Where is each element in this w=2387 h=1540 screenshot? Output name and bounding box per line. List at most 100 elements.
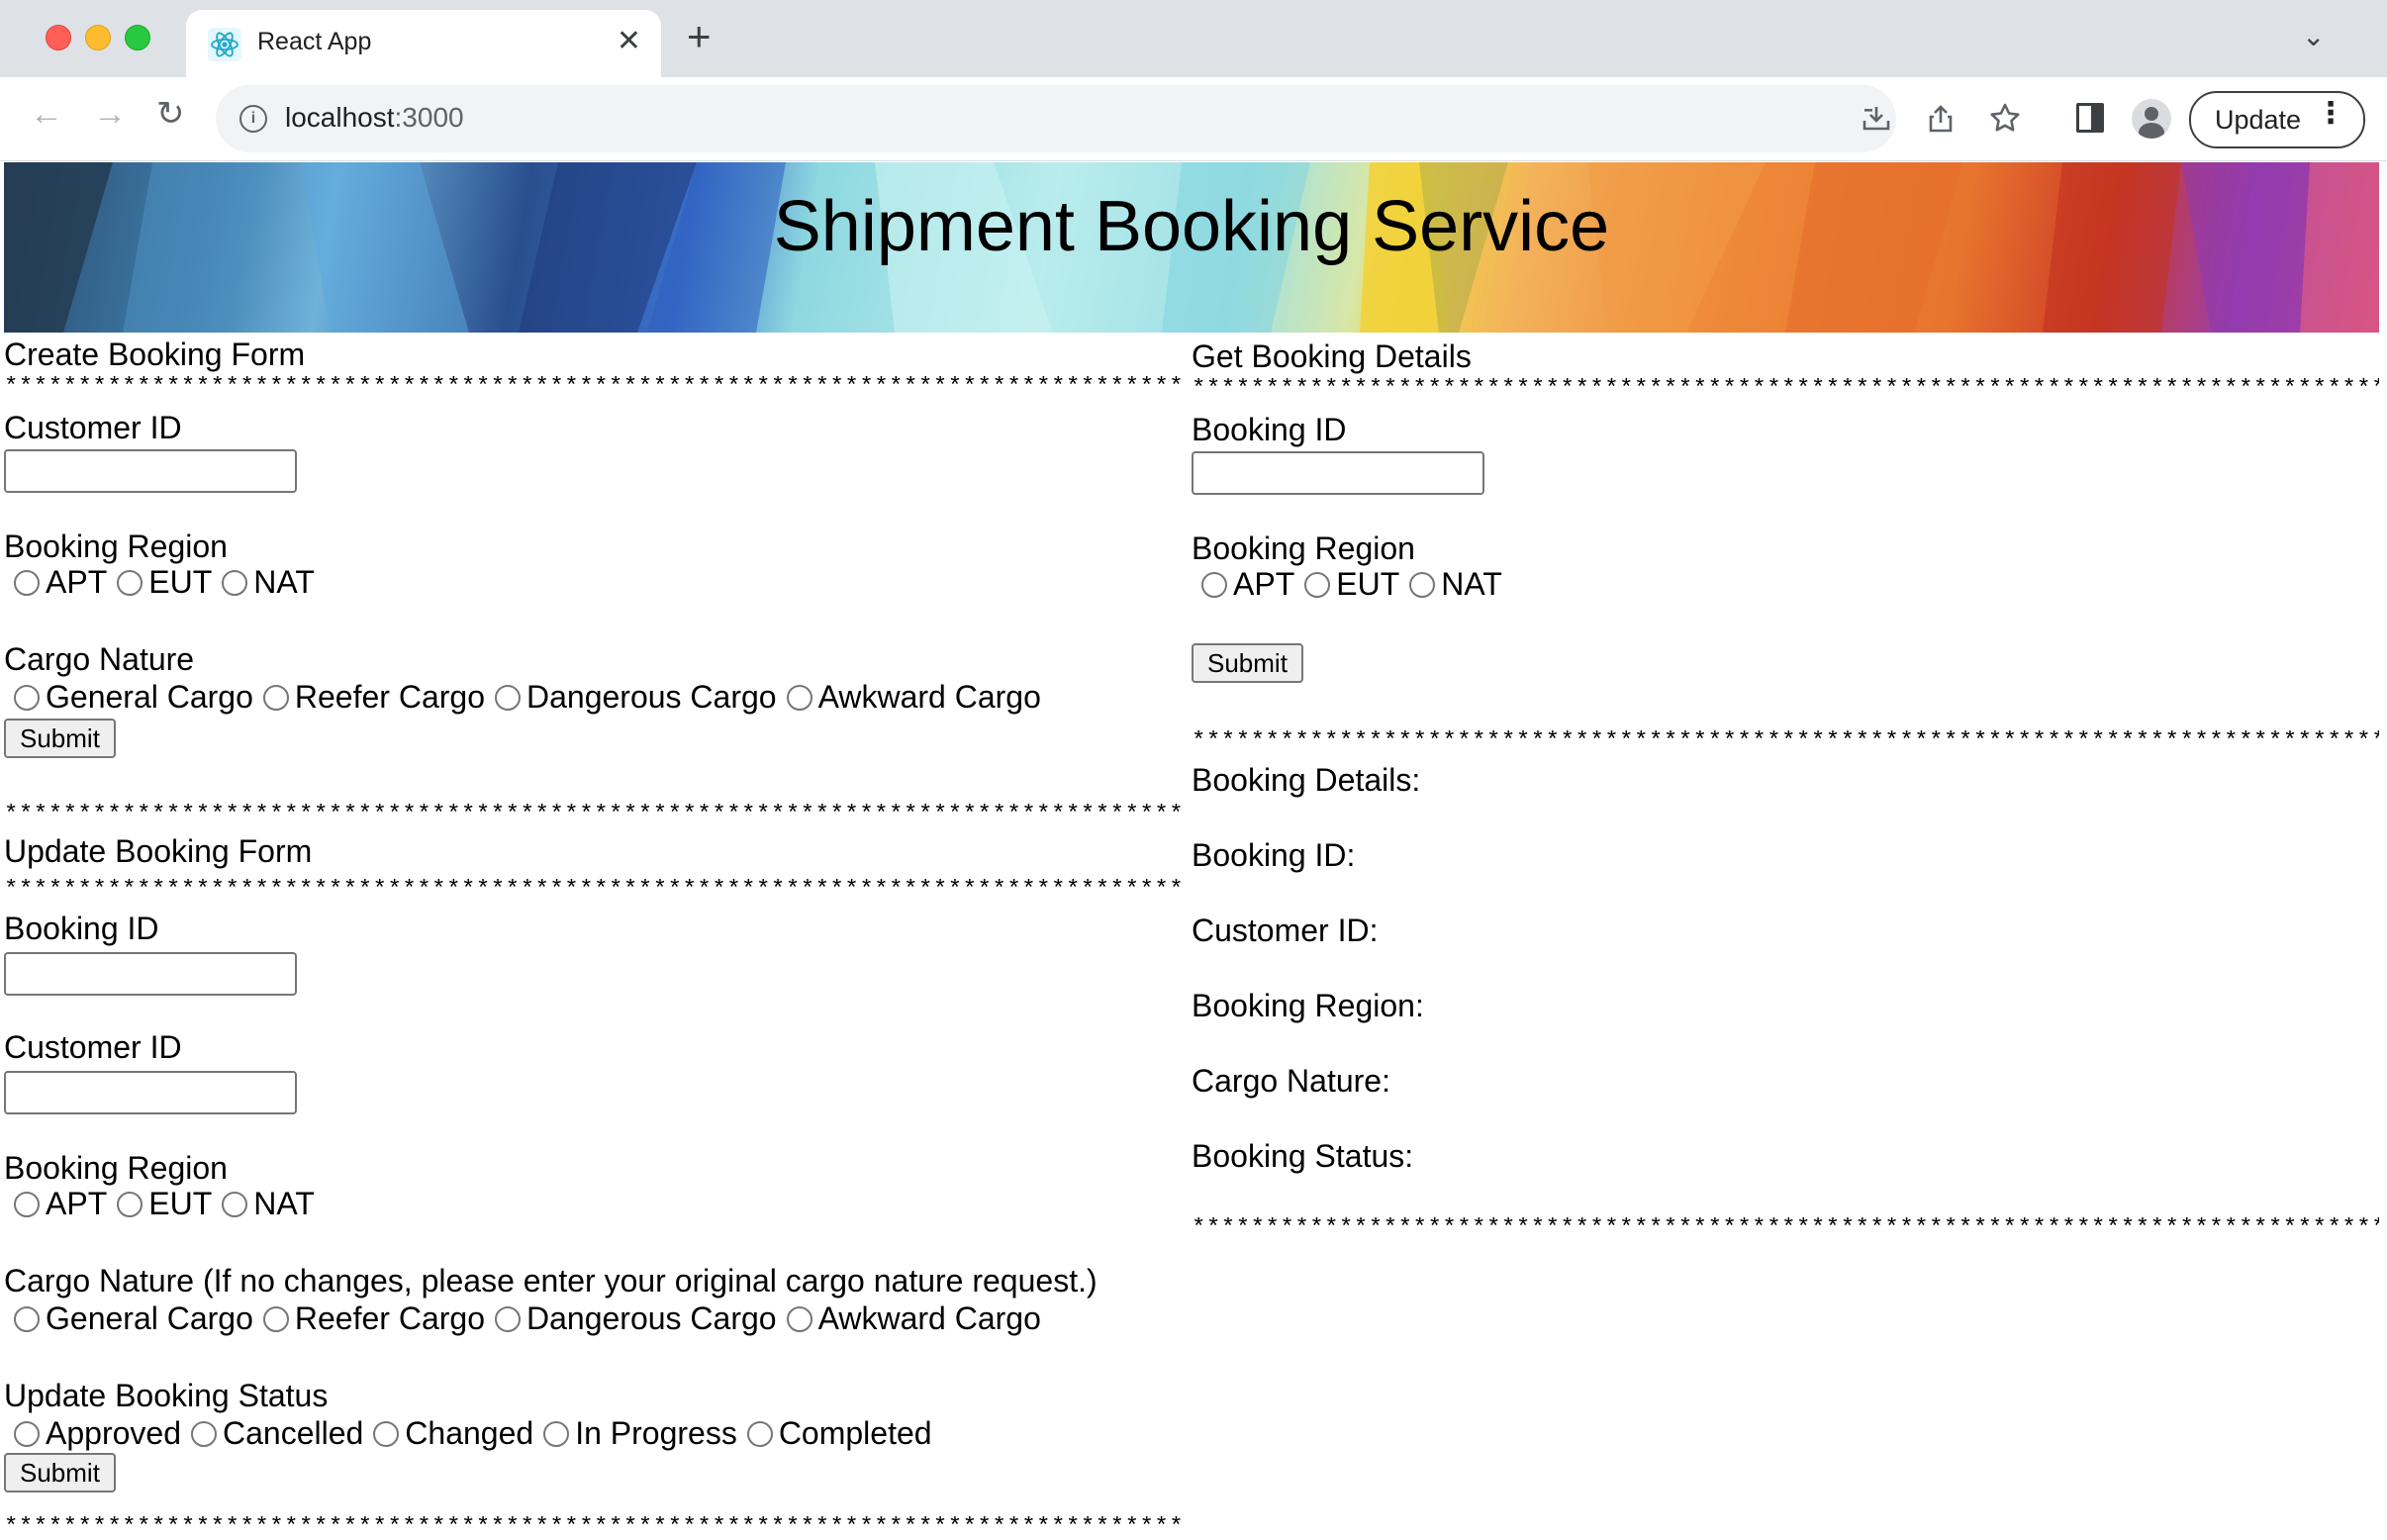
install-icon[interactable] bbox=[1861, 103, 1892, 135]
radio-label: NAT bbox=[253, 1186, 315, 1221]
new-tab-icon[interactable]: + bbox=[687, 16, 712, 57]
reload-icon[interactable]: ↻ bbox=[156, 97, 185, 131]
minimize-window-button[interactable] bbox=[85, 25, 111, 50]
url-host: localhost bbox=[285, 102, 395, 133]
back-icon[interactable]: ← bbox=[30, 97, 63, 131]
radio-apt[interactable] bbox=[14, 1191, 40, 1217]
radio-nat[interactable] bbox=[222, 1191, 248, 1217]
share-icon[interactable] bbox=[1926, 103, 1956, 135]
address-bar[interactable]: i localhost:3000 bbox=[216, 85, 2020, 152]
update-customer-label: Customer ID bbox=[4, 1029, 182, 1065]
radio-cancelled[interactable] bbox=[190, 1420, 217, 1447]
profile-icon[interactable] bbox=[2132, 99, 2171, 139]
create-region-options: APT EUT NAT bbox=[4, 564, 315, 601]
radio-label: EUT bbox=[1336, 566, 1400, 602]
create-cargo-label: Cargo Nature bbox=[4, 641, 195, 677]
update-cargo-label: Cargo Nature (If no changes, please ente… bbox=[4, 1263, 1098, 1299]
details-title: Booking Details: bbox=[1192, 762, 1421, 798]
radio-label: In Progress bbox=[575, 1415, 737, 1451]
get-submit-button[interactable]: Submit bbox=[1192, 643, 1303, 683]
radio-label: Awkward Cargo bbox=[817, 679, 1041, 715]
radio-awkward-cargo[interactable] bbox=[786, 1305, 812, 1332]
browser-tab[interactable]: React App ✕ bbox=[186, 10, 661, 77]
maximize-window-button[interactable] bbox=[125, 25, 150, 50]
radio-label: Completed bbox=[778, 1415, 932, 1451]
update-label: Update bbox=[2215, 105, 2302, 135]
update-status-label: Update Booking Status bbox=[4, 1378, 329, 1413]
radio-dangerous-cargo[interactable] bbox=[494, 1305, 521, 1332]
radio-label: General Cargo bbox=[46, 679, 253, 715]
radio-approved[interactable] bbox=[14, 1420, 40, 1447]
radio-label: Cancelled bbox=[222, 1415, 364, 1451]
details-customer-id: Customer ID: bbox=[1192, 913, 1379, 948]
radio-label: Dangerous Cargo bbox=[525, 1300, 777, 1336]
update-status-options: Approved Cancelled Changed In Progress C… bbox=[4, 1415, 932, 1452]
separator: ****************************************… bbox=[1192, 730, 2379, 754]
get-booking-label: Booking ID bbox=[1192, 412, 1347, 447]
create-region-label: Booking Region bbox=[4, 529, 228, 564]
get-details-heading: Get Booking Details bbox=[1192, 338, 1472, 374]
update-customer-input[interactable] bbox=[4, 1071, 297, 1114]
info-icon[interactable]: i bbox=[239, 105, 267, 133]
browser-toolbar: ← → ↻ i localhost:3000 Update ⋮ bbox=[0, 77, 2387, 161]
radio-eut[interactable] bbox=[117, 569, 143, 596]
get-booking-input[interactable] bbox=[1192, 451, 1484, 495]
radio-label: Awkward Cargo bbox=[817, 1300, 1041, 1336]
details-cargo-nature: Cargo Nature: bbox=[1192, 1063, 1390, 1099]
tab-title: React App bbox=[257, 28, 372, 55]
separator: ****************************************… bbox=[1192, 378, 2379, 402]
create-form-heading: Create Booking Form bbox=[4, 337, 306, 372]
radio-label: EUT bbox=[148, 564, 213, 600]
radio-label: Approved bbox=[46, 1415, 181, 1451]
update-submit-button[interactable]: Submit bbox=[4, 1453, 116, 1492]
update-booking-input[interactable] bbox=[4, 952, 297, 996]
close-window-button[interactable] bbox=[46, 25, 71, 50]
radio-dangerous-cargo[interactable] bbox=[494, 684, 521, 711]
chevron-down-icon[interactable]: ⌄ bbox=[2302, 20, 2325, 52]
update-form-heading: Update Booking Form bbox=[4, 833, 313, 869]
forward-icon[interactable]: → bbox=[93, 97, 127, 131]
radio-nat[interactable] bbox=[222, 569, 248, 596]
separator: ****************************************… bbox=[4, 1516, 1182, 1540]
update-region-label: Booking Region bbox=[4, 1150, 228, 1186]
radio-nat[interactable] bbox=[1409, 571, 1436, 598]
radio-eut[interactable] bbox=[117, 1191, 143, 1217]
get-region-label: Booking Region bbox=[1192, 530, 1415, 566]
radio-label: Reefer Cargo bbox=[294, 679, 485, 715]
url-port: :3000 bbox=[394, 102, 464, 133]
close-icon[interactable]: ✕ bbox=[617, 24, 641, 58]
radio-label: Reefer Cargo bbox=[294, 1300, 485, 1336]
radio-reefer-cargo[interactable] bbox=[262, 684, 289, 711]
browser-tabstrip: React App ✕ + ⌄ bbox=[0, 0, 2387, 77]
radio-apt[interactable] bbox=[1201, 571, 1227, 598]
radio-general-cargo[interactable] bbox=[14, 684, 40, 711]
separator: ****************************************… bbox=[4, 804, 1182, 827]
radio-eut[interactable] bbox=[1304, 571, 1331, 598]
radio-label: NAT bbox=[1441, 566, 1502, 602]
radio-changed[interactable] bbox=[373, 1420, 400, 1447]
separator: ****************************************… bbox=[4, 879, 1182, 903]
star-icon[interactable] bbox=[1989, 102, 2021, 134]
side-panel-icon[interactable] bbox=[2076, 103, 2104, 133]
details-booking-status: Booking Status: bbox=[1192, 1138, 1414, 1174]
react-logo-icon bbox=[208, 28, 241, 61]
radio-apt[interactable] bbox=[14, 569, 40, 596]
radio-label: APT bbox=[46, 564, 108, 600]
details-booking-id: Booking ID: bbox=[1192, 837, 1356, 873]
radio-general-cargo[interactable] bbox=[14, 1305, 40, 1332]
radio-completed[interactable] bbox=[746, 1420, 773, 1447]
get-region-options: APT EUT NAT bbox=[1192, 566, 1502, 603]
details-booking-region: Booking Region: bbox=[1192, 988, 1424, 1023]
radio-label: Changed bbox=[405, 1415, 534, 1451]
radio-reefer-cargo[interactable] bbox=[262, 1305, 289, 1332]
radio-label: APT bbox=[46, 1186, 108, 1221]
create-customer-input[interactable] bbox=[4, 449, 297, 493]
separator: ****************************************… bbox=[4, 376, 1182, 400]
create-submit-button[interactable]: Submit bbox=[4, 719, 116, 758]
radio-awkward-cargo[interactable] bbox=[786, 684, 812, 711]
radio-label: NAT bbox=[253, 564, 315, 600]
update-button[interactable]: Update ⋮ bbox=[2189, 91, 2365, 148]
update-region-options: APT EUT NAT bbox=[4, 1186, 315, 1222]
radio-in-progress[interactable] bbox=[543, 1420, 570, 1447]
menu-icon[interactable]: ⋮ bbox=[2316, 99, 2345, 129]
